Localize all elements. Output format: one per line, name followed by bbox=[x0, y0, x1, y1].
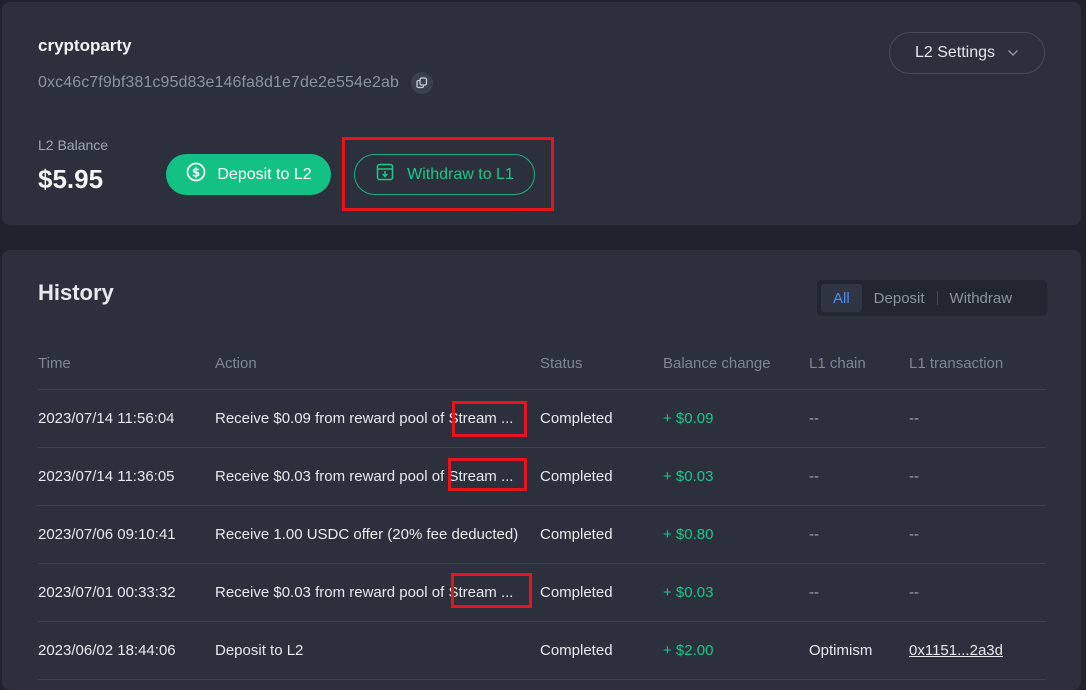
row-l1-transaction: -- bbox=[909, 447, 1046, 506]
row-balance-change: + $2.00 bbox=[663, 621, 809, 680]
withdraw-box-icon bbox=[375, 162, 395, 187]
table-row: 2023/07/06 09:10:41 Receive 1.00 USDC of… bbox=[38, 505, 1046, 564]
row-time: 2023/07/14 11:36:05 bbox=[38, 447, 215, 506]
row-time: 2023/07/06 09:10:41 bbox=[38, 505, 215, 564]
row-l1-transaction: 0x1151...2a3d bbox=[909, 621, 1046, 680]
column-header-time: Time bbox=[38, 337, 215, 390]
row-status: Completed bbox=[540, 389, 663, 448]
row-action: Receive $0.03 from reward pool of Stream… bbox=[215, 447, 540, 506]
row-status: Completed bbox=[540, 447, 663, 506]
row-l1-transaction: -- bbox=[909, 505, 1046, 564]
table-row: 2023/07/14 11:36:05 Receive $0.03 from r… bbox=[38, 447, 1046, 506]
row-status: Completed bbox=[540, 621, 663, 680]
account-name: cryptoparty bbox=[38, 36, 132, 55]
table-row: 2023/07/14 11:56:04 Receive $0.09 from r… bbox=[38, 389, 1046, 448]
table-row: 2023/06/02 18:44:06 Deposit to L2 Comple… bbox=[38, 621, 1046, 680]
l2-settings-label: L2 Settings bbox=[914, 44, 996, 61]
row-l1-transaction: -- bbox=[909, 563, 1046, 622]
svg-text:$: $ bbox=[192, 165, 200, 179]
history-card: History All Deposit Withdraw Time Action… bbox=[2, 250, 1081, 690]
account-card: cryptoparty 0xc46c7f9bf381c95d83e146fa8d… bbox=[2, 2, 1081, 225]
row-status: Completed bbox=[540, 563, 663, 622]
row-action: Receive $0.03 from reward pool of Stream… bbox=[215, 563, 540, 622]
l2-settings-button[interactable]: L2 Settings bbox=[889, 32, 1045, 74]
filter-tab-all[interactable]: All bbox=[821, 284, 862, 312]
history-title: History bbox=[38, 280, 114, 305]
balance-label: L2 Balance bbox=[38, 137, 109, 153]
row-time: 2023/06/02 18:44:06 bbox=[38, 621, 215, 680]
history-table: Time Action Status Balance change L1 cha… bbox=[38, 337, 1046, 680]
copy-icon[interactable] bbox=[410, 72, 433, 94]
deposit-label: Deposit to L2 bbox=[217, 165, 312, 183]
history-filter: All Deposit Withdraw bbox=[817, 280, 1047, 316]
withdraw-label: Withdraw to L1 bbox=[407, 165, 514, 183]
wallet-address: 0xc46c7f9bf381c95d83e146fa8d1e7de2e554e2… bbox=[38, 74, 399, 91]
row-l1-chain: -- bbox=[809, 447, 909, 506]
l1-transaction-link[interactable]: 0x1151...2a3d bbox=[909, 642, 1003, 659]
row-balance-change: + $0.03 bbox=[663, 447, 809, 506]
row-balance-change: + $0.09 bbox=[663, 389, 809, 448]
column-header-status: Status bbox=[540, 337, 663, 390]
row-time: 2023/07/14 11:56:04 bbox=[38, 389, 215, 448]
row-status: Completed bbox=[540, 505, 663, 564]
row-l1-chain: -- bbox=[809, 563, 909, 622]
table-header-row: Time Action Status Balance change L1 cha… bbox=[38, 337, 1046, 390]
row-l1-chain: -- bbox=[809, 389, 909, 448]
chevron-down-icon bbox=[1007, 44, 1019, 62]
dollar-circle-icon: $ bbox=[185, 161, 207, 188]
filter-tab-withdraw[interactable]: Withdraw bbox=[938, 284, 1025, 312]
withdraw-to-l1-button[interactable]: Withdraw to L1 bbox=[354, 154, 535, 195]
row-balance-change: + $0.03 bbox=[663, 563, 809, 622]
column-header-l1-chain: L1 chain bbox=[809, 337, 909, 390]
row-balance-change: + $0.80 bbox=[663, 505, 809, 564]
filter-tab-deposit[interactable]: Deposit bbox=[862, 284, 937, 312]
table-row: 2023/07/01 00:33:32 Receive $0.03 from r… bbox=[38, 563, 1046, 622]
row-l1-chain: Optimism bbox=[809, 621, 909, 680]
address-row: 0xc46c7f9bf381c95d83e146fa8d1e7de2e554e2… bbox=[38, 72, 433, 94]
row-action: Deposit to L2 bbox=[215, 621, 540, 680]
balance-value: $5.95 bbox=[38, 164, 104, 194]
row-action: Receive $0.09 from reward pool of Stream… bbox=[215, 389, 540, 448]
deposit-to-l2-button[interactable]: $ Deposit to L2 bbox=[166, 154, 331, 195]
column-header-l1-transaction: L1 transaction bbox=[909, 337, 1046, 390]
row-l1-transaction: -- bbox=[909, 389, 1046, 448]
row-time: 2023/07/01 00:33:32 bbox=[38, 563, 215, 622]
row-action: Receive 1.00 USDC offer (20% fee deducte… bbox=[215, 505, 540, 564]
column-header-action: Action bbox=[215, 337, 540, 390]
column-header-balance-change: Balance change bbox=[663, 337, 809, 390]
row-l1-chain: -- bbox=[809, 505, 909, 564]
